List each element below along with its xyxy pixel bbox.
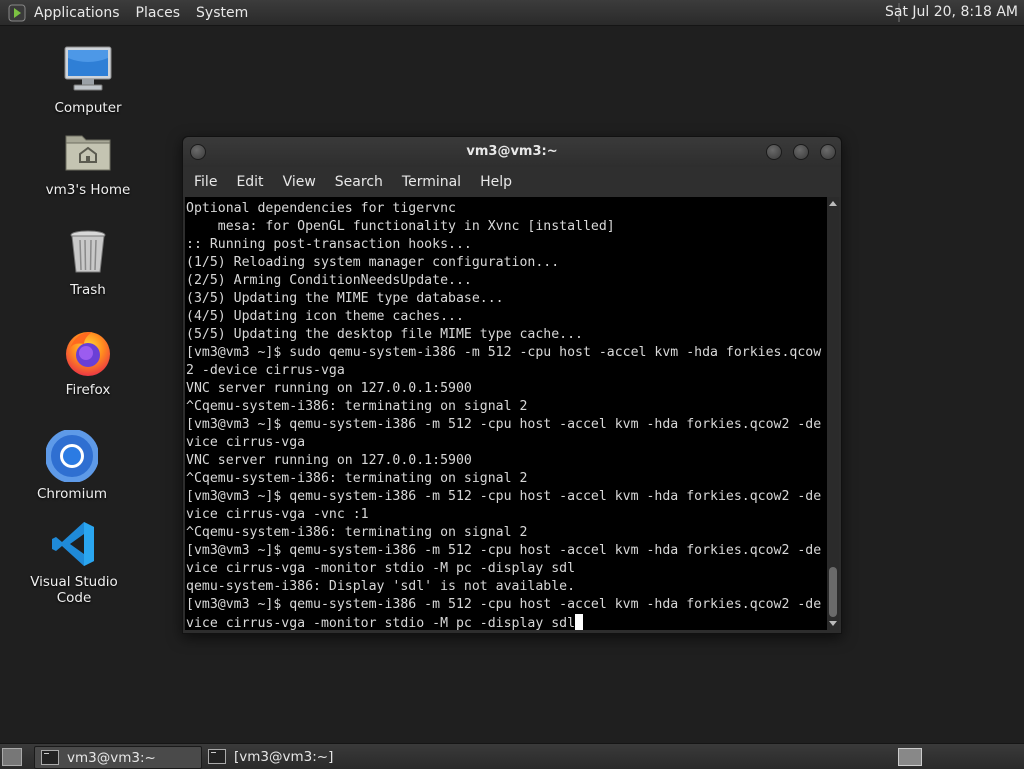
desktop-icon-label: Visual Studio Code <box>30 574 118 606</box>
window-title: vm3@vm3:~ <box>466 144 558 159</box>
menu-terminal[interactable]: Terminal <box>402 174 461 190</box>
terminal-line: Optional dependencies for tigervnc <box>186 201 456 216</box>
taskbar-item-label: [vm3@vm3:~] <box>234 748 334 765</box>
terminal-line: (2/5) Arming ConditionNeedsUpdate... <box>186 273 472 288</box>
terminal-line: ^Cqemu-system-i386: terminating on signa… <box>186 399 528 414</box>
terminal-line: vice cirrus-vga -vnc :1 <box>186 507 369 522</box>
terminal-line: ^Cqemu-system-i386: terminating on signa… <box>186 525 528 540</box>
trash-icon <box>62 226 114 278</box>
terminal-line: (5/5) Updating the desktop file MIME typ… <box>186 327 583 342</box>
desktop-icon-label: Firefox <box>65 382 111 398</box>
desktop-icon-computer[interactable]: Computer <box>33 44 143 116</box>
desktop-icon-label: Chromium <box>36 486 108 502</box>
terminal-line: mesa: for OpenGL functionality in Xvnc [… <box>186 219 615 234</box>
terminal-line: (4/5) Updating icon theme caches... <box>186 309 464 324</box>
terminal-line: [vm3@vm3 ~]$ qemu-system-i386 -m 512 -cp… <box>186 417 822 432</box>
terminal-scrollbar[interactable] <box>827 197 839 630</box>
desktop-icon-label: Computer <box>54 100 122 116</box>
terminal-output[interactable]: Optional dependencies for tigervnc mesa:… <box>185 197 827 630</box>
menu-edit[interactable]: Edit <box>236 174 263 190</box>
menu-help[interactable]: Help <box>480 174 512 190</box>
scrollbar-thumb[interactable] <box>829 567 837 617</box>
text-cursor <box>575 614 584 630</box>
firefox-icon <box>62 326 114 378</box>
terminal-line: [vm3@vm3 ~]$ qemu-system-i386 -m 512 -cp… <box>186 543 822 558</box>
chromium-icon <box>45 429 99 483</box>
maximize-button[interactable] <box>793 144 809 160</box>
computer-icon <box>62 44 114 96</box>
desktop-icon-firefox[interactable]: Firefox <box>33 326 143 398</box>
menu-file[interactable]: File <box>194 174 217 190</box>
terminal-line: (3/5) Updating the MIME type database... <box>186 291 504 306</box>
desktop-icon-label: vm3's Home <box>45 182 131 198</box>
terminal-line: vice cirrus-vga -monitor stdio -M pc -di… <box>186 614 827 630</box>
show-desktop-icon[interactable] <box>2 748 22 766</box>
terminal-icon <box>41 750 59 765</box>
taskbar-item-terminal-2[interactable]: [vm3@vm3:~] <box>202 746 368 767</box>
terminal-menubar: File Edit View Search Terminal Help <box>183 167 841 197</box>
system-menu[interactable]: System <box>196 5 248 21</box>
taskbar-item-label: vm3@vm3:~ <box>67 749 156 766</box>
terminal-line: VNC server running on 127.0.0.1:5900 <box>186 453 472 468</box>
top-panel: Applications Places System Sat Jul 20, 8… <box>0 0 1024 26</box>
terminal-line: [vm3@vm3 ~]$ sudo qemu-system-i386 -m 51… <box>186 345 822 360</box>
distro-logo-icon[interactable] <box>8 4 26 22</box>
home-folder-icon <box>62 126 114 178</box>
menu-view[interactable]: View <box>283 174 316 190</box>
terminal-window[interactable]: vm3@vm3:~ File Edit View Search Terminal… <box>182 136 842 634</box>
window-titlebar[interactable]: vm3@vm3:~ <box>183 137 841 167</box>
clock[interactable]: Sat Jul 20, 8:18 AM <box>885 4 1018 20</box>
terminal-line: vice cirrus-vga <box>186 435 306 450</box>
menu-search[interactable]: Search <box>335 174 383 190</box>
desktop-icon-chromium[interactable]: Chromium <box>17 429 127 502</box>
desktop-icon-trash[interactable]: Trash <box>33 226 143 298</box>
desktop-icon-vscode[interactable]: Visual Studio Code <box>19 518 129 606</box>
terminal-icon <box>208 749 226 764</box>
vscode-icon <box>48 518 100 570</box>
terminal-line: ^Cqemu-system-i386: terminating on signa… <box>186 471 528 486</box>
terminal-line: vice cirrus-vga -monitor stdio -M pc -di… <box>186 561 576 576</box>
taskbar-item-terminal[interactable]: vm3@vm3:~ <box>34 746 202 769</box>
desktop-icon-home[interactable]: vm3's Home <box>33 126 143 198</box>
terminal-line: 2 -device cirrus-vga <box>186 363 345 378</box>
scroll-down-icon[interactable] <box>829 621 837 626</box>
minimize-button[interactable] <box>766 144 782 160</box>
terminal-line: [vm3@vm3 ~]$ qemu-system-i386 -m 512 -cp… <box>186 489 822 504</box>
terminal-line: qemu-system-i386: Display 'sdl' is not a… <box>186 579 576 594</box>
places-menu[interactable]: Places <box>136 5 181 21</box>
desktop-icon-label: Trash <box>70 282 106 298</box>
terminal-line: VNC server running on 127.0.0.1:5900 <box>186 381 472 396</box>
workspace-switcher[interactable] <box>898 748 922 766</box>
scroll-up-icon[interactable] <box>829 201 837 206</box>
close-button[interactable] <box>820 144 836 160</box>
terminal-line: [vm3@vm3 ~]$ qemu-system-i386 -m 512 -cp… <box>186 597 822 612</box>
bottom-panel: vm3@vm3:~ [vm3@vm3:~] <box>0 743 1024 769</box>
terminal-lines: Optional dependencies for tigervnc mesa:… <box>185 197 827 630</box>
terminal-line: (1/5) Reloading system manager configura… <box>186 255 560 270</box>
applications-menu[interactable]: Applications <box>34 5 120 21</box>
terminal-line: :: Running post-transaction hooks... <box>186 237 472 252</box>
